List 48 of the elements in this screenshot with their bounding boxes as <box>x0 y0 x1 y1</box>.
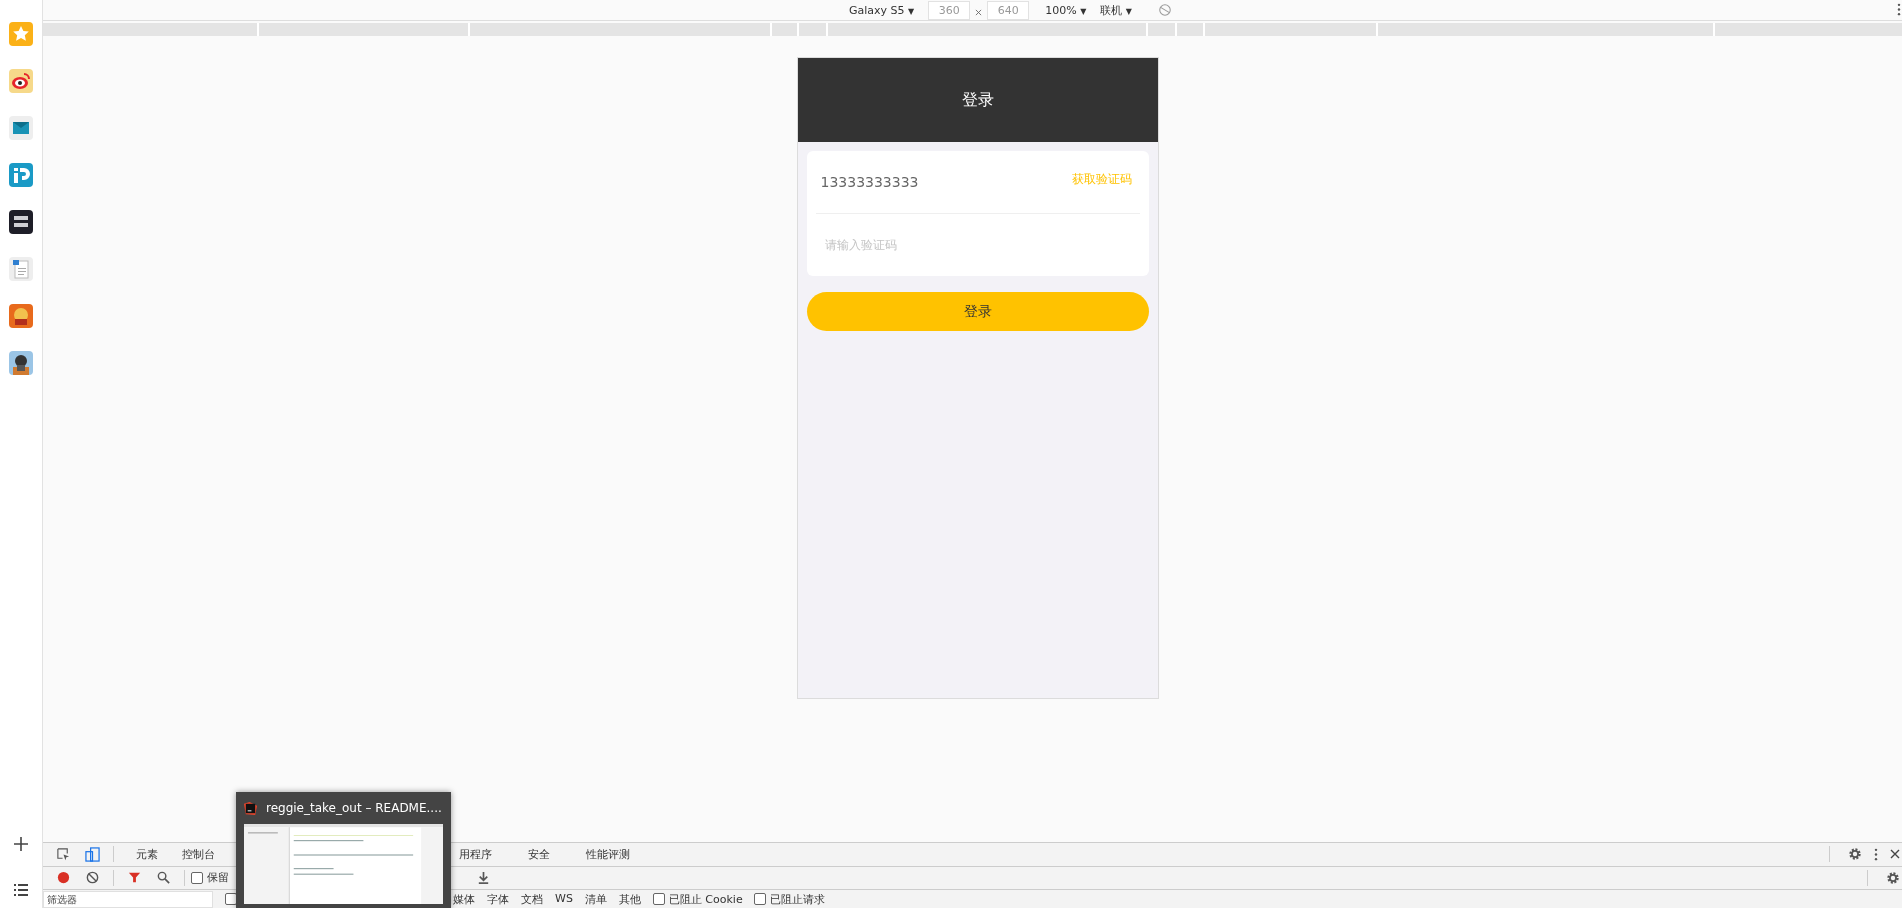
download-icon[interactable] <box>476 870 491 886</box>
close-icon[interactable] <box>1890 849 1900 860</box>
list-icon[interactable] <box>13 882 29 898</box>
times-icon <box>975 8 983 16</box>
envelope-icon[interactable] <box>9 116 33 140</box>
devtools-tab[interactable]: 元素 <box>124 846 170 862</box>
more-icon[interactable] <box>1874 847 1878 861</box>
checkbox[interactable] <box>191 871 203 884</box>
clear-icon[interactable] <box>85 870 100 886</box>
taskbar-preview[interactable]: reggie_take_out – README.... <box>236 792 451 908</box>
page-title: 登录 <box>961 89 994 111</box>
devtools-tab[interactable]: 性能评测 <box>580 846 644 862</box>
devtools-tab[interactable]: 控制台 <box>170 846 227 862</box>
type-filter[interactable]: 清单 <box>584 891 607 907</box>
zoom-dropdown[interactable]: 100% ▼ <box>1045 3 1087 17</box>
add-icon[interactable] <box>13 836 29 852</box>
game-icon[interactable] <box>9 304 33 328</box>
device-icon[interactable] <box>85 846 100 862</box>
device-dropdown[interactable]: Galaxy S5 ▼ <box>849 3 915 17</box>
type-filter[interactable]: WS <box>555 891 573 907</box>
type-filter[interactable]: 其他 <box>618 891 641 907</box>
checkbox-label: 保留 <box>207 870 230 886</box>
more-icon[interactable] <box>1897 3 1901 16</box>
type-filter[interactable]: 文档 <box>521 891 543 907</box>
checkbox-label: 已阻止 Cookie <box>668 891 744 907</box>
window-title: reggie_take_out – README.... <box>266 801 442 815</box>
network-dropdown[interactable]: 联机 ▼ <box>1100 2 1132 18</box>
devtools-tab[interactable]: 用程序 <box>453 846 506 862</box>
eye-icon[interactable] <box>9 69 33 93</box>
settings-icon[interactable] <box>1848 847 1862 862</box>
document-icon[interactable] <box>9 257 33 281</box>
game-icon[interactable] <box>9 351 33 375</box>
checkbox[interactable] <box>225 893 237 906</box>
checkbox-label: 已阻止请求 <box>769 891 826 907</box>
login-button[interactable]: 登录 <box>806 292 1149 331</box>
search-icon[interactable] <box>156 870 171 886</box>
settings-icon[interactable] <box>1886 870 1900 885</box>
record-icon[interactable] <box>56 870 71 886</box>
devtools-tab[interactable]: 安全 <box>522 846 564 862</box>
app-icon <box>243 800 258 816</box>
checkbox[interactable] <box>753 893 766 906</box>
checkbox[interactable] <box>652 893 665 906</box>
type-filter[interactable]: 字体 <box>487 891 509 907</box>
phone-field[interactable]: 13333333333 <box>815 173 1072 191</box>
filter-field[interactable]: 筛选器 <box>43 890 213 908</box>
inspect-icon[interactable] <box>56 846 71 862</box>
app-icon[interactable] <box>9 210 33 234</box>
type-filter[interactable]: 媒体 <box>453 891 475 907</box>
